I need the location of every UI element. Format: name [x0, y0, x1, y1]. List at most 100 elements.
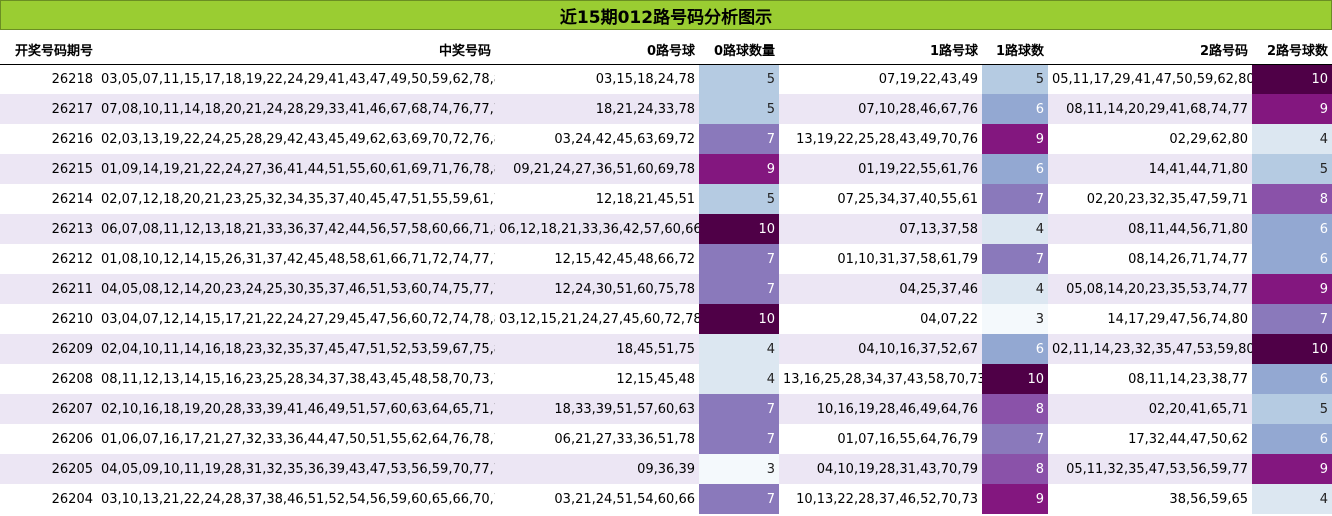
header-cell: 0路球数量 [699, 35, 779, 65]
road2-count-cell: 6 [1252, 424, 1332, 454]
road0-numbers-cell: 12,24,30,51,60,75,78 [495, 274, 699, 304]
table-row: 26207 02,10,16,18,19,20,28,33,39,41,46,49… [0, 394, 1332, 424]
road1-numbers-cell: 07,13,37,58 [779, 214, 982, 244]
road0-count-cell: 5 [699, 94, 779, 124]
period-cell: 26218 [0, 64, 97, 94]
road0-count-cell: 9 [699, 154, 779, 184]
winning-numbers-cell: 04,05,08,12,14,20,23,24,25,30,35,37,46,5… [97, 274, 495, 304]
road2-numbers-cell: 14,41,44,71,80 [1048, 154, 1252, 184]
road0-count-cell: 7 [699, 484, 779, 514]
table-row: 26212 01,08,10,12,14,15,26,31,37,42,45,48… [0, 244, 1332, 274]
period-cell: 26208 [0, 364, 97, 394]
road0-count-cell: 5 [699, 184, 779, 214]
road1-numbers-cell: 10,13,22,28,37,46,52,70,73 [779, 484, 982, 514]
winning-numbers-cell: 01,09,14,19,21,22,24,27,36,41,44,51,55,6… [97, 154, 495, 184]
road0-numbers-cell: 18,45,51,75 [495, 334, 699, 364]
winning-numbers-cell: 03,10,13,21,22,24,28,37,38,46,51,52,54,5… [97, 484, 495, 514]
period-cell: 26209 [0, 334, 97, 364]
winning-numbers-cell: 01,08,10,12,14,15,26,31,37,42,45,48,58,6… [97, 244, 495, 274]
winning-numbers-cell: 08,11,12,13,14,15,16,23,25,28,34,37,38,4… [97, 364, 495, 394]
road2-count-cell: 6 [1252, 244, 1332, 274]
table-row: 26215 01,09,14,19,21,22,24,27,36,41,44,51… [0, 154, 1332, 184]
road0-numbers-cell: 12,15,45,48 [495, 364, 699, 394]
road1-count-cell: 10 [982, 364, 1048, 394]
header-cell: 开奖号码期号 [0, 35, 97, 65]
winning-numbers-cell: 03,04,07,12,14,15,17,21,22,24,27,29,45,4… [97, 304, 495, 334]
road0-numbers-cell: 12,15,42,45,48,66,72 [495, 244, 699, 274]
road2-count-cell: 6 [1252, 214, 1332, 244]
period-cell: 26205 [0, 454, 97, 484]
winning-numbers-cell: 02,03,13,19,22,24,25,28,29,42,43,45,49,6… [97, 124, 495, 154]
road2-count-cell: 4 [1252, 124, 1332, 154]
header-cell: 中奖号码 [97, 35, 495, 65]
road0-numbers-cell: 06,12,18,21,33,36,42,57,60,66 [495, 214, 699, 244]
table-row: 26217 07,08,10,11,14,18,20,21,24,28,29,33… [0, 94, 1332, 124]
road1-numbers-cell: 13,16,25,28,34,37,43,58,70,73 [779, 364, 982, 394]
winning-numbers-cell: 06,07,08,11,12,13,18,21,33,36,37,42,44,5… [97, 214, 495, 244]
road2-count-cell: 6 [1252, 364, 1332, 394]
winning-numbers-cell: 02,07,12,18,20,21,23,25,32,34,35,37,40,4… [97, 184, 495, 214]
road0-numbers-cell: 09,36,39 [495, 454, 699, 484]
road0-count-cell: 10 [699, 214, 779, 244]
road0-count-cell: 7 [699, 274, 779, 304]
period-cell: 26206 [0, 424, 97, 454]
road0-numbers-cell: 18,33,39,51,57,60,63 [495, 394, 699, 424]
road0-count-cell: 7 [699, 124, 779, 154]
road2-count-cell: 10 [1252, 64, 1332, 94]
road0-numbers-cell: 03,21,24,51,54,60,66 [495, 484, 699, 514]
period-cell: 26213 [0, 214, 97, 244]
road2-count-cell: 4 [1252, 484, 1332, 514]
road0-count-cell: 7 [699, 394, 779, 424]
road1-numbers-cell: 01,07,16,55,64,76,79 [779, 424, 982, 454]
road1-count-cell: 6 [982, 94, 1048, 124]
table-row: 26213 06,07,08,11,12,13,18,21,33,36,37,42… [0, 214, 1332, 244]
road1-numbers-cell: 04,10,16,37,52,67 [779, 334, 982, 364]
road2-count-cell: 9 [1252, 454, 1332, 484]
road1-numbers-cell: 07,19,22,43,49 [779, 64, 982, 94]
road2-numbers-cell: 08,14,26,71,74,77 [1048, 244, 1252, 274]
road2-numbers-cell: 05,11,32,35,47,53,56,59,77 [1048, 454, 1252, 484]
road1-count-cell: 4 [982, 274, 1048, 304]
header-cell: 1路球数 [982, 35, 1048, 65]
table-row: 26218 03,05,07,11,15,17,18,19,22,24,29,41… [0, 64, 1332, 94]
winning-numbers-cell: 07,08,10,11,14,18,20,21,24,28,29,33,41,4… [97, 94, 495, 124]
road2-count-cell: 9 [1252, 94, 1332, 124]
road2-count-cell: 10 [1252, 334, 1332, 364]
road2-count-cell: 7 [1252, 304, 1332, 334]
winning-numbers-cell: 02,10,16,18,19,20,28,33,39,41,46,49,51,5… [97, 394, 495, 424]
road0-numbers-cell: 06,21,27,33,36,51,78 [495, 424, 699, 454]
road2-numbers-cell: 08,11,14,20,29,41,68,74,77 [1048, 94, 1252, 124]
road0-count-cell: 3 [699, 454, 779, 484]
road0-numbers-cell: 18,21,24,33,78 [495, 94, 699, 124]
road2-numbers-cell: 05,11,17,29,41,47,50,59,62,80 [1048, 64, 1252, 94]
road0-count-cell: 7 [699, 424, 779, 454]
road0-count-cell: 4 [699, 334, 779, 364]
road0-numbers-cell: 09,21,24,27,36,51,60,69,78 [495, 154, 699, 184]
table-row: 26209 02,04,10,11,14,16,18,23,32,35,37,45… [0, 334, 1332, 364]
road2-numbers-cell: 08,11,44,56,71,80 [1048, 214, 1252, 244]
road1-count-cell: 7 [982, 244, 1048, 274]
winning-numbers-cell: 03,05,07,11,15,17,18,19,22,24,29,41,43,4… [97, 64, 495, 94]
road1-count-cell: 7 [982, 184, 1048, 214]
road2-count-cell: 9 [1252, 274, 1332, 304]
road1-numbers-cell: 01,19,22,55,61,76 [779, 154, 982, 184]
winning-numbers-cell: 02,04,10,11,14,16,18,23,32,35,37,45,47,5… [97, 334, 495, 364]
road1-count-cell: 3 [982, 304, 1048, 334]
period-cell: 26210 [0, 304, 97, 334]
road1-numbers-cell: 01,10,31,37,58,61,79 [779, 244, 982, 274]
period-cell: 26217 [0, 94, 97, 124]
road1-numbers-cell: 04,25,37,46 [779, 274, 982, 304]
period-cell: 26215 [0, 154, 97, 184]
road2-numbers-cell: 02,29,62,80 [1048, 124, 1252, 154]
road2-numbers-cell: 02,20,41,65,71 [1048, 394, 1252, 424]
page-title: 近15期012路号码分析图示 [0, 0, 1332, 30]
table-row: 26216 02,03,13,19,22,24,25,28,29,42,43,45… [0, 124, 1332, 154]
road2-count-cell: 5 [1252, 154, 1332, 184]
road0-numbers-cell: 03,15,18,24,78 [495, 64, 699, 94]
road1-numbers-cell: 04,10,19,28,31,43,70,79 [779, 454, 982, 484]
table-row: 26208 08,11,12,13,14,15,16,23,25,28,34,37… [0, 364, 1332, 394]
winning-numbers-cell: 01,06,07,16,17,21,27,32,33,36,44,47,50,5… [97, 424, 495, 454]
table-row: 26210 03,04,07,12,14,15,17,21,22,24,27,29… [0, 304, 1332, 334]
road2-numbers-cell: 38,56,59,65 [1048, 484, 1252, 514]
road2-numbers-cell: 02,11,14,23,32,35,47,53,59,80 [1048, 334, 1252, 364]
